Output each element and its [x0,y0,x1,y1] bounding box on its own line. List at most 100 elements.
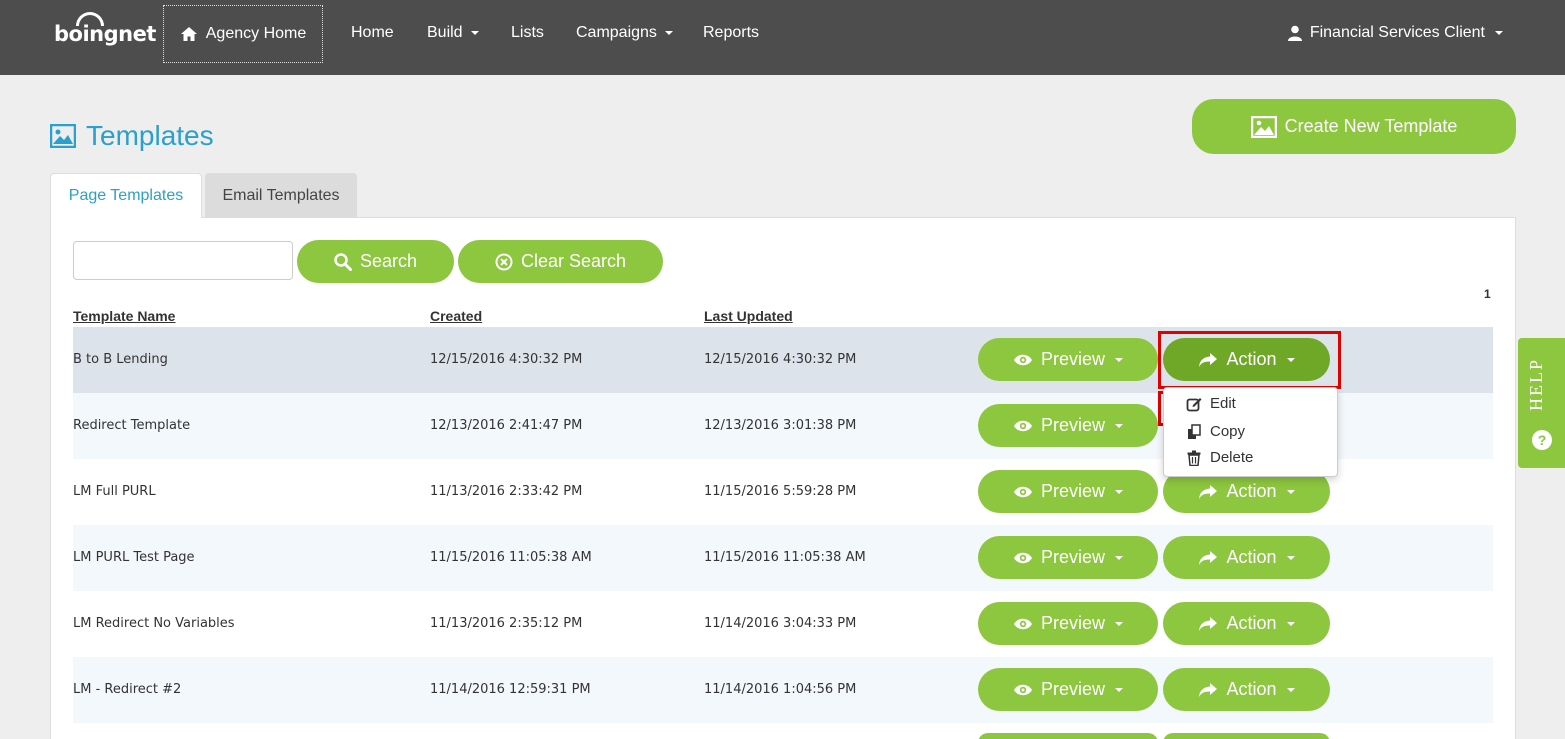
clear-search-button[interactable]: Clear Search [458,240,663,283]
preview-label: Preview [1040,679,1106,699]
nav-reports[interactable]: Reports [703,24,759,42]
user-name: Financial Services Client [1309,24,1485,41]
search-button[interactable]: Search [297,240,454,283]
action-button[interactable] [1163,733,1330,739]
preview-button[interactable]: Preview [978,602,1158,645]
created-cell: 12/13/2016 2:41:47 PM [430,418,583,433]
preview-button[interactable]: Preview [978,404,1158,447]
eye-icon [1013,420,1032,431]
tab-page-templates[interactable]: Page Templates [50,173,202,218]
preview-button[interactable]: Preview [978,536,1158,579]
menu-item-delete-label: Delete [1210,449,1254,466]
created-cell: 12/15/2016 4:30:32 PM [430,352,583,367]
clear-search-label: Clear Search [520,251,627,271]
updated-cell: 11/15/2016 11:05:38 AM [704,550,866,565]
action-label: Action [1226,481,1277,501]
page-title-text: Templates [86,120,214,151]
preview-label: Preview [1040,349,1106,369]
preview-label: Preview [1040,415,1106,435]
action-dropdown-menu: Edit Copy Delete [1163,387,1338,477]
action-label: Action [1226,547,1277,567]
page-title: Templates [50,120,214,152]
nav-campaigns-label: Campaigns [576,24,657,41]
template-name-cell: LM PURL Test Page [73,550,195,565]
image-icon [50,124,76,148]
nav-lists-label: Lists [511,24,544,41]
nav-home[interactable]: Home [351,24,394,42]
logo-text: boingnet [54,22,156,46]
updated-cell: 12/15/2016 4:30:32 PM [704,352,857,367]
tab-email-templates[interactable]: Email Templates [205,173,357,218]
eye-icon [1013,552,1032,563]
create-new-template-button[interactable]: Create New Template [1192,99,1516,154]
action-button[interactable]: Action [1163,536,1330,579]
created-cell: 11/13/2016 2:35:12 PM [430,616,583,631]
user-menu[interactable]: Financial Services Client [1287,24,1503,42]
action-button[interactable]: Action [1163,602,1330,645]
home-icon [180,27,197,41]
agency-home-label: Agency Home [205,25,307,42]
column-header-template-name[interactable]: Template Name [73,308,175,324]
menu-item-edit[interactable]: Edit [1186,395,1236,412]
caret-down-icon [1115,423,1124,428]
caret-down-icon [470,31,479,35]
template-name-cell: Redirect Template [73,418,191,433]
action-label: Action [1226,679,1277,699]
updated-cell: 11/14/2016 1:04:56 PM [704,682,857,697]
column-header-last-updated[interactable]: Last Updated [704,308,793,324]
table-row: LM PURL Test Page 11/15/2016 11:05:38 AM… [73,525,1493,591]
column-header-created[interactable]: Created [430,308,482,324]
question-icon: ? [1532,430,1552,450]
tab-page-templates-label: Page Templates [68,187,184,204]
caret-down-icon [1495,31,1503,35]
eye-icon [1013,354,1032,365]
user-icon [1287,25,1302,41]
menu-item-copy-label: Copy [1210,423,1246,440]
caret-down-icon [1286,621,1295,626]
created-cell: 11/14/2016 12:59:31 PM [430,682,591,697]
agency-home-link[interactable]: Agency Home [163,5,323,63]
image-icon [1250,115,1277,138]
template-name-cell: LM Full PURL [73,484,156,499]
pagination-page-1[interactable]: 1 [1484,287,1491,301]
trash-icon [1187,450,1201,466]
action-button[interactable]: Action [1163,668,1330,711]
nav-lists[interactable]: Lists [511,24,544,42]
created-cell: 11/15/2016 11:05:38 AM [430,550,592,565]
highlight-action-button [1158,331,1341,389]
caret-down-icon [664,31,673,35]
table-row: LM - Redirect #2 11/14/2016 12:59:31 PM … [73,657,1493,723]
tab-email-templates-label: Email Templates [222,186,340,204]
caret-down-icon [1115,621,1124,626]
eye-icon [1013,618,1032,629]
preview-label: Preview [1040,613,1106,633]
nav-campaigns[interactable]: Campaigns [576,24,673,42]
nav-home-label: Home [351,24,394,41]
caret-down-icon [1286,489,1295,494]
search-icon [334,252,352,271]
updated-cell: 12/13/2016 3:01:38 PM [704,418,857,433]
caret-down-icon [1115,357,1124,362]
nav-build[interactable]: Build [427,24,479,42]
nav-reports-label: Reports [703,24,760,41]
eye-icon [1013,486,1032,497]
template-name-cell: B to B Lending [73,352,168,367]
preview-button[interactable]: Preview [978,338,1158,381]
action-label: Action [1226,613,1277,633]
updated-cell: 11/15/2016 5:59:28 PM [704,484,857,499]
preview-button[interactable]: Preview [978,668,1158,711]
preview-label: Preview [1040,547,1106,567]
preview-button[interactable]: Preview [978,470,1158,513]
menu-item-copy[interactable]: Copy [1186,423,1245,440]
search-input[interactable] [73,241,293,280]
help-tab[interactable]: HELP ? [1518,338,1565,468]
menu-item-delete[interactable]: Delete [1186,449,1253,466]
table-row: LM Redirect No Variables 11/13/2016 2:35… [73,591,1493,657]
caret-down-icon [1115,555,1124,560]
share-arrow-icon [1199,550,1218,565]
boingnet-logo[interactable]: boingnet [54,12,156,50]
menu-item-edit-label: Edit [1210,395,1236,412]
caret-down-icon [1286,687,1295,692]
preview-button[interactable] [978,733,1158,739]
eye-icon [1013,684,1032,695]
